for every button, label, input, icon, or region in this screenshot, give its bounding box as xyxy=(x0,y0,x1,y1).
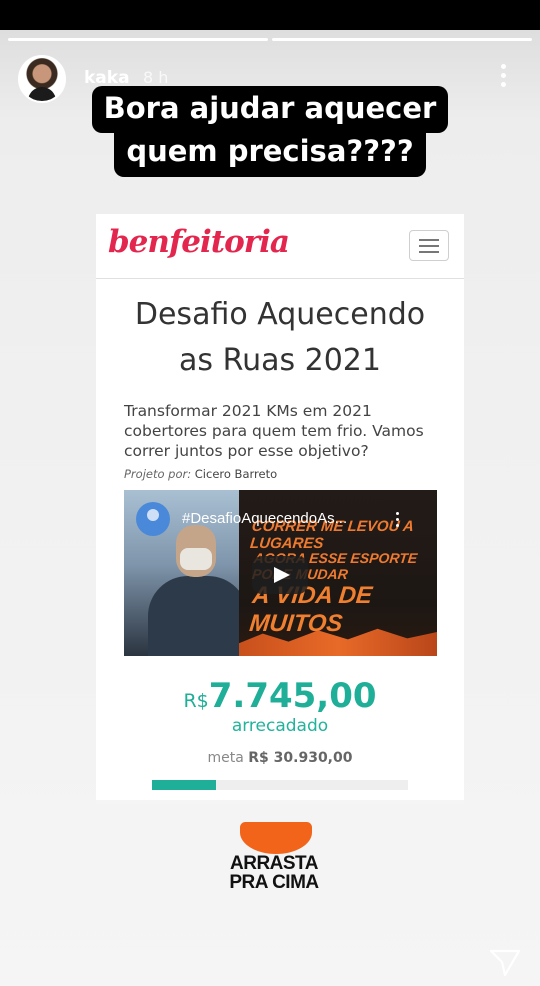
project-title: Desafio Aquecendo as Ruas 2021 xyxy=(96,292,464,384)
raised-amount: R$7.745,00 xyxy=(96,676,464,716)
project-description: Transformar 2021 KMs em 2021 cobertores … xyxy=(124,402,424,460)
video-embed: CORRER ME LEVOU A LUGARES AGORA ESSE ESP… xyxy=(124,490,437,656)
brand-logo: benfeitoria xyxy=(108,224,290,260)
raised-currency: R$ xyxy=(183,690,209,712)
swipe-up-line-2: PRA CIMA xyxy=(229,872,319,893)
swipe-up-sticker[interactable]: ARRASTA PRA CIMA xyxy=(218,820,330,900)
video-more-icon xyxy=(396,512,400,530)
story-caption: Bora ajudar aquecer quem precisa???? xyxy=(0,86,540,177)
story-progress-segment xyxy=(8,38,268,41)
play-icon xyxy=(252,556,308,594)
hamburger-menu-icon xyxy=(409,230,449,261)
website-screenshot: benfeitoria Desafio Aquecendo as Ruas 20… xyxy=(96,214,464,804)
story-progress-bars xyxy=(8,38,532,42)
site-header: benfeitoria xyxy=(96,214,464,279)
goal-prefix: meta xyxy=(207,750,244,766)
project-author: Projeto por: Cicero Barreto xyxy=(124,467,277,481)
funding-progress-bar xyxy=(152,780,408,790)
author-prefix: Projeto por: xyxy=(124,467,192,481)
raised-value: 7.745,00 xyxy=(208,676,377,716)
status-bar-area xyxy=(0,0,540,30)
project-title-line-1: Desafio Aquecendo xyxy=(134,297,426,332)
project-title-line-2: as Ruas 2021 xyxy=(179,343,381,378)
username[interactable]: kaka xyxy=(84,68,130,88)
goal-text: meta R$ 30.930,00 xyxy=(96,750,464,766)
goal-amount: R$ 30.930,00 xyxy=(248,750,353,766)
swipe-up-label: ARRASTA PRA CIMA xyxy=(218,854,330,892)
story-time: 8 h xyxy=(143,68,169,87)
send-message-icon[interactable] xyxy=(488,948,522,978)
raised-label: arrecadado xyxy=(231,716,329,736)
video-title: #DesafioAquecendoAs... xyxy=(182,510,348,527)
channel-avatar-icon xyxy=(136,502,170,536)
caption-line-2: quem precisa???? xyxy=(114,129,426,177)
swipe-up-sticker-shape xyxy=(240,822,312,854)
author-name: Cicero Barreto xyxy=(194,467,278,481)
caption-line-1: Bora ajudar aquecer xyxy=(91,86,449,134)
story-progress-segment xyxy=(272,38,532,41)
funding-progress-fill xyxy=(152,780,216,790)
swipe-up-line-1: ARRASTA xyxy=(230,853,318,874)
story-frame: kaka 8 h Bora ajudar aquecer quem precis… xyxy=(0,0,540,986)
